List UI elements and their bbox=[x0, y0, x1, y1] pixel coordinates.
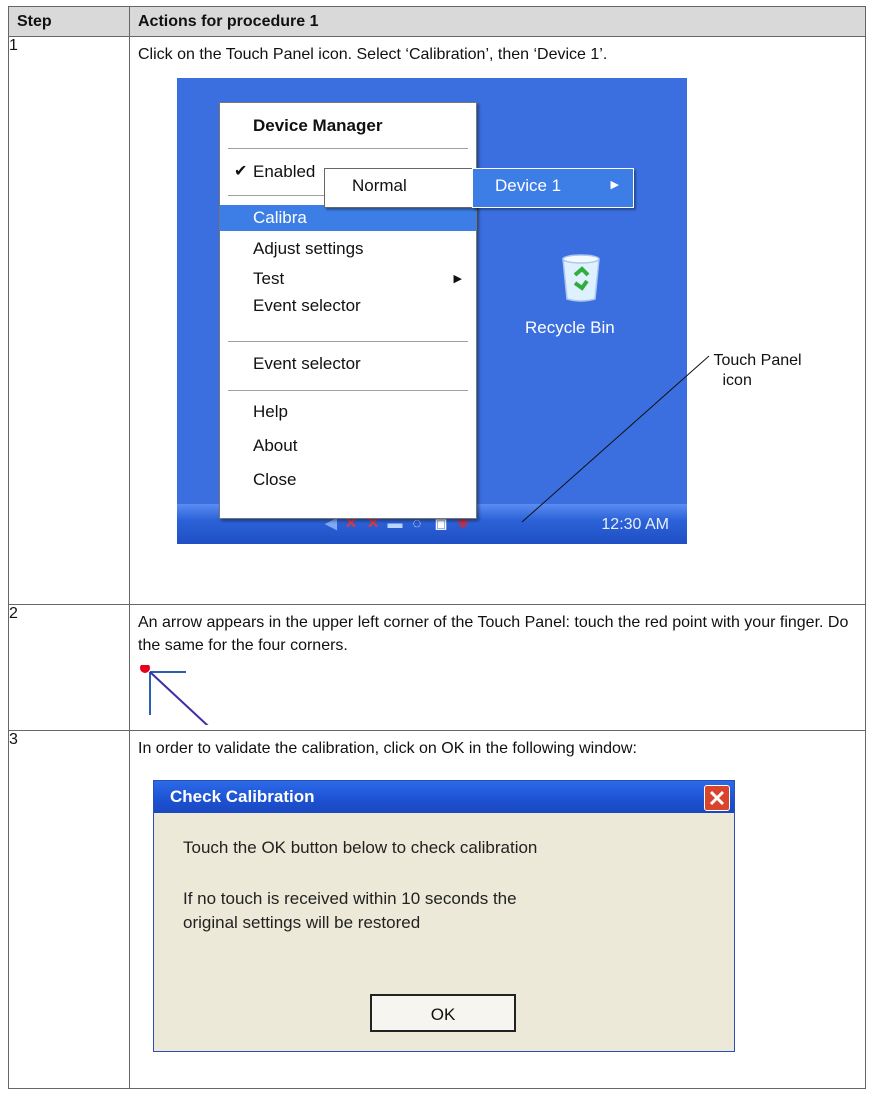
step-number-2: 2 bbox=[9, 605, 130, 731]
device-submenu: Device 1 ▶ bbox=[472, 168, 634, 208]
submenu-item-normal[interactable]: Normal bbox=[352, 176, 407, 196]
step-actions-1: Click on the Touch Panel icon. Select ‘C… bbox=[130, 37, 866, 605]
step-row-1: 1 Click on the Touch Panel icon. Select … bbox=[9, 37, 866, 605]
step-column-header: Step bbox=[9, 7, 130, 37]
checkmark-icon: ✔ bbox=[234, 159, 247, 185]
menu-item-about[interactable]: About bbox=[220, 433, 476, 459]
menu-item-help[interactable]: Help bbox=[220, 399, 476, 425]
header-row: Step Actions for procedure 1 bbox=[9, 7, 866, 37]
menu-item-event-selector[interactable]: Event selector bbox=[220, 293, 476, 319]
menu-separator bbox=[228, 148, 468, 149]
submenu-arrow-icon: ▶ bbox=[611, 178, 619, 191]
tray-clock: 12:30 AM bbox=[601, 516, 669, 534]
menu-item-calibration[interactable]: Calibra bbox=[220, 205, 476, 231]
dialog-title: Check Calibration bbox=[154, 781, 734, 813]
submenu-arrow-icon: ▶ bbox=[454, 266, 462, 292]
recycle-bin-label: Recycle Bin bbox=[525, 318, 615, 338]
callout-line-1: Touch Panel bbox=[714, 351, 802, 371]
actions-column-header: Actions for procedure 1 bbox=[130, 7, 866, 37]
ok-button[interactable]: OK bbox=[370, 994, 516, 1032]
menu-item-test-label: Test bbox=[253, 269, 284, 288]
step-3-text: In order to validate the calibration, cl… bbox=[130, 731, 865, 760]
close-icon[interactable] bbox=[704, 785, 730, 811]
step-number-1: 1 bbox=[9, 37, 130, 605]
step-2-text: An arrow appears in the upper left corne… bbox=[130, 605, 865, 657]
dialog-message-3: original settings will be restored bbox=[183, 911, 420, 935]
device-manager-menu: Device Manager ✔ Enabled Calibra Adjust … bbox=[219, 102, 477, 519]
step-actions-2: An arrow appears in the upper left corne… bbox=[130, 605, 866, 731]
calibration-submenu: Normal bbox=[324, 168, 476, 208]
menu-item-enabled-label: Enabled bbox=[253, 162, 315, 181]
red-point-icon[interactable] bbox=[140, 665, 150, 673]
callout-label: Touch Panel icon bbox=[714, 351, 802, 391]
step-row-2: 2 An arrow appears in the upper left cor… bbox=[9, 605, 866, 731]
dialog-message-1: Touch the OK button below to check calib… bbox=[183, 836, 537, 860]
menu-separator bbox=[228, 390, 468, 391]
step-number-3: 3 bbox=[9, 731, 130, 1089]
procedure-table: Step Actions for procedure 1 1 Click on … bbox=[8, 6, 866, 1089]
menu-title: Device Manager bbox=[220, 113, 476, 139]
submenu-item-device-1[interactable]: Device 1 bbox=[495, 176, 561, 196]
check-calibration-dialog: Check Calibration Touch the OK button be… bbox=[153, 780, 735, 1052]
menu-item-test[interactable]: Test ▶ bbox=[220, 266, 476, 292]
step-row-3: 3 In order to validate the calibration, … bbox=[9, 731, 866, 1089]
step-1-text: Click on the Touch Panel icon. Select ‘C… bbox=[130, 37, 865, 66]
recycle-bin-icon[interactable] bbox=[558, 253, 604, 303]
calibration-arrow-figure bbox=[140, 665, 250, 725]
menu-separator bbox=[228, 341, 468, 342]
dialog-message-2: If no touch is received within 10 second… bbox=[183, 887, 517, 911]
menu-item-event-selector-2[interactable]: Event selector bbox=[220, 351, 476, 377]
desktop-screenshot: ◀ ✕ ✕ ▬ ◌ ▣ ⛨ 12:30 AM Recycle Bin bbox=[177, 78, 687, 544]
callout-line-2: icon bbox=[714, 371, 802, 391]
menu-item-close[interactable]: Close bbox=[220, 467, 476, 493]
step-actions-3: In order to validate the calibration, cl… bbox=[130, 731, 866, 1089]
menu-item-adjust-settings[interactable]: Adjust settings bbox=[220, 236, 476, 262]
